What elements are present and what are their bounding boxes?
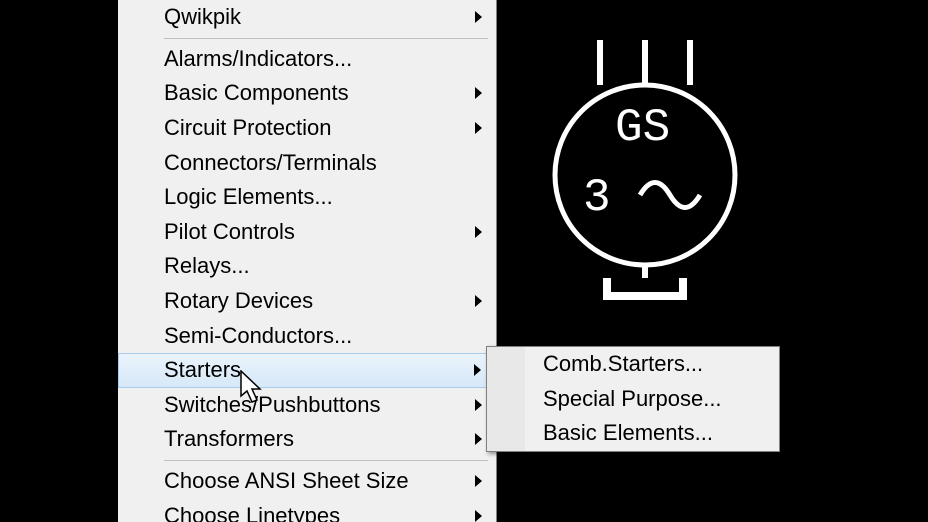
chevron-right-icon [475,11,482,23]
menu-item-label: Choose Linetypes [164,503,340,522]
menu-item-label: Qwikpik [164,4,241,29]
chevron-right-icon [475,295,482,307]
menu-item-qwikpik[interactable]: Qwikpik [118,0,496,35]
submenu-item-label: Basic Elements... [543,420,713,445]
starters-submenu: Comb.Starters... Special Purpose... Basic … [486,346,780,452]
menu-item-alarms-indicators[interactable]: Alarms/Indicators... [118,42,496,77]
menu-separator [164,460,488,461]
menu-item-label: Pilot Controls [164,219,295,244]
menu-item-label: Transformers [164,426,294,451]
menu-item-label: Connectors/Terminals [164,150,377,175]
menu-item-basic-components[interactable]: Basic Components [118,76,496,111]
menu-item-label: Rotary Devices [164,288,313,313]
menu-item-label: Choose ANSI Sheet Size [164,468,409,493]
symbol-text-top: GS [615,102,670,154]
chevron-right-icon [475,510,482,522]
submenu-item-label: Comb.Starters... [543,351,703,376]
chevron-right-icon [475,399,482,411]
chevron-right-icon [474,364,481,376]
menu-item-label: Logic Elements... [164,184,333,209]
chevron-right-icon [475,122,482,134]
menu-item-circuit-protection[interactable]: Circuit Protection [118,111,496,146]
menu-item-label: Circuit Protection [164,115,332,140]
cad-symbol-preview: GS 3 [545,30,755,316]
menu-item-rotary-devices[interactable]: Rotary Devices [118,284,496,319]
menu-separator [164,38,488,39]
menu-item-transformers[interactable]: Transformers [118,422,496,457]
menu-item-logic-elements[interactable]: Logic Elements... [118,180,496,215]
menu-item-relays[interactable]: Relays... [118,249,496,284]
symbol-text-left: 3 [583,172,611,224]
chevron-right-icon [475,226,482,238]
submenu-item-comb-starters[interactable]: Comb.Starters... [487,347,779,382]
chevron-right-icon [475,433,482,445]
menu-item-label: Basic Components [164,80,349,105]
submenu-item-basic-elements[interactable]: Basic Elements... [487,416,779,451]
menu-item-label: Starters [164,357,241,382]
menu-item-choose-linetypes[interactable]: Choose Linetypes [118,498,496,522]
menu-item-pilot-controls[interactable]: Pilot Controls [118,215,496,250]
menu-item-semi-conductors[interactable]: Semi-Conductors... [118,318,496,353]
menu-item-choose-ansi-sheet-size[interactable]: Choose ANSI Sheet Size [118,464,496,499]
menu-item-label: Alarms/Indicators... [164,46,352,71]
submenu-item-label: Special Purpose... [543,386,722,411]
menu-item-label: Switches/Pushbuttons [164,392,380,417]
menu-item-connectors-terminals[interactable]: Connectors/Terminals [118,145,496,180]
menu-item-label: Semi-Conductors... [164,323,352,348]
submenu-item-special-purpose[interactable]: Special Purpose... [487,382,779,417]
menu-item-switches-pushbuttons[interactable]: Switches/Pushbuttons [118,388,496,423]
chevron-right-icon [475,475,482,487]
menu-item-label: Relays... [164,253,250,278]
menu-item-starters[interactable]: Starters [118,353,496,388]
context-menu: Qwikpik Alarms/Indicators... Basic Compone… [118,0,497,522]
chevron-right-icon [475,87,482,99]
